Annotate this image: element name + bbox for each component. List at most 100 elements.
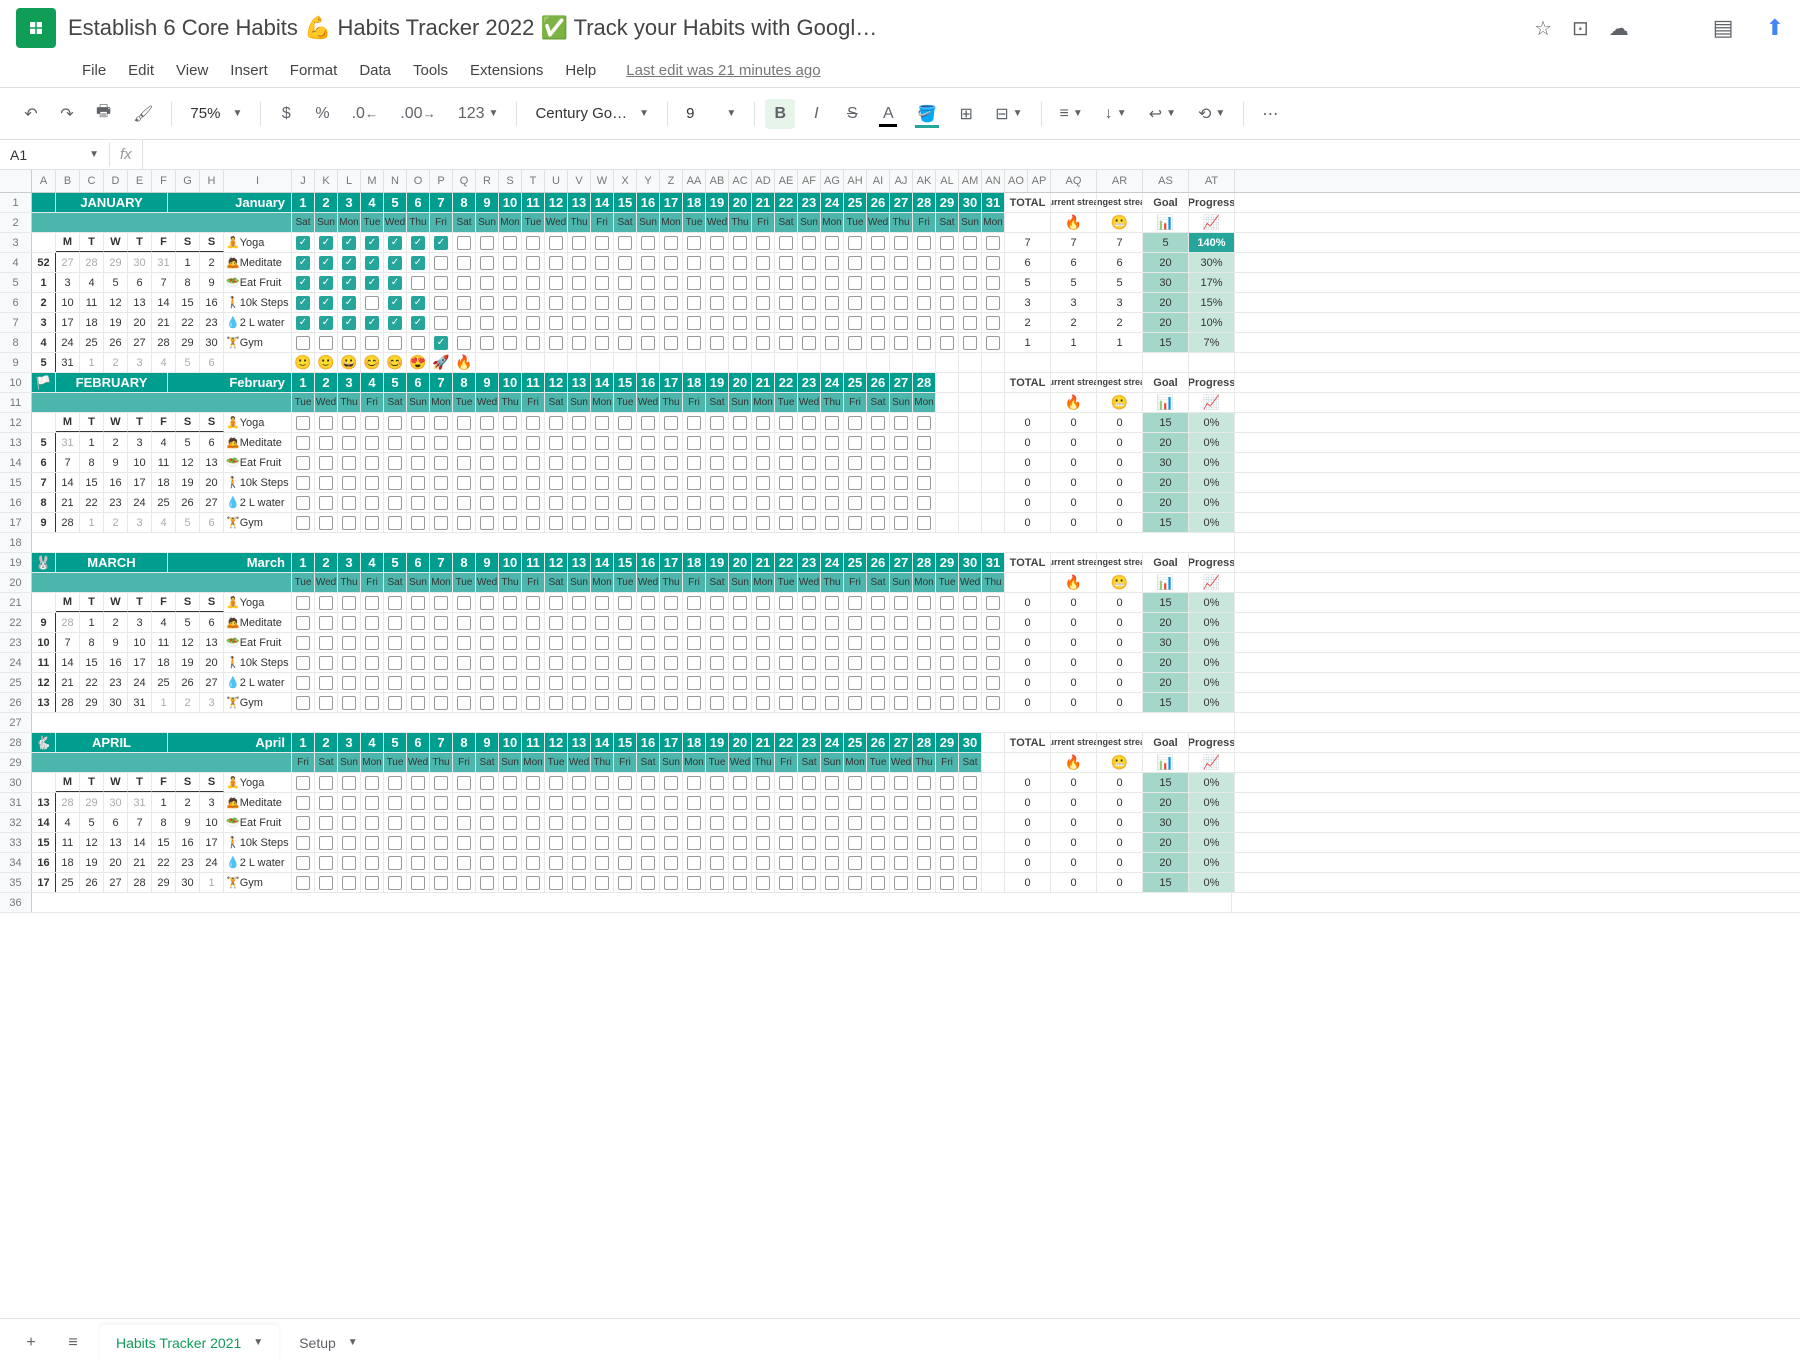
checkbox-cell[interactable] xyxy=(844,473,867,492)
habit-checkbox[interactable] xyxy=(618,636,632,650)
checkbox-cell[interactable] xyxy=(844,693,867,712)
lng-val[interactable]: 3 xyxy=(1097,293,1143,312)
checkbox-cell[interactable] xyxy=(545,853,568,872)
habit-checkbox[interactable] xyxy=(779,836,793,850)
dow-header[interactable]: Wed xyxy=(476,573,499,592)
col-header[interactable]: AQ xyxy=(1051,170,1097,192)
text-color-button[interactable]: A xyxy=(873,99,903,129)
habit-checkbox[interactable] xyxy=(733,296,747,310)
row-header[interactable]: 30 xyxy=(0,773,32,792)
checkbox-cell[interactable] xyxy=(798,293,821,312)
checkbox-cell[interactable]: ✓ xyxy=(407,233,430,252)
habit-checkbox[interactable] xyxy=(549,316,563,330)
cell[interactable] xyxy=(959,413,982,432)
checkbox-cell[interactable] xyxy=(844,593,867,612)
date-header[interactable]: 31 xyxy=(982,553,1005,572)
cal-day[interactable]: 17 xyxy=(200,833,224,852)
col-header[interactable]: H xyxy=(200,170,224,192)
checkbox-cell[interactable] xyxy=(292,673,315,692)
checkbox-cell[interactable] xyxy=(476,773,499,792)
checkbox-cell[interactable] xyxy=(798,273,821,292)
cell[interactable] xyxy=(32,713,1235,732)
habit-checkbox[interactable] xyxy=(572,456,586,470)
date-header[interactable]: 21 xyxy=(752,553,775,572)
checkbox-cell[interactable] xyxy=(315,833,338,852)
checkbox-cell[interactable] xyxy=(453,773,476,792)
habit-checkbox[interactable] xyxy=(434,836,448,850)
checkbox-cell[interactable] xyxy=(637,773,660,792)
habit-checkbox[interactable] xyxy=(710,816,724,830)
habit-checkbox[interactable] xyxy=(917,616,931,630)
goal-val[interactable]: 15 xyxy=(1143,873,1189,892)
wk-day-header[interactable]: S xyxy=(176,233,200,252)
habit-checkbox[interactable] xyxy=(963,296,977,310)
checkbox-cell[interactable] xyxy=(499,633,522,652)
checkbox-cell[interactable] xyxy=(522,593,545,612)
checkbox-cell[interactable] xyxy=(407,853,430,872)
checkbox-cell[interactable]: ✓ xyxy=(384,293,407,312)
checkbox-cell[interactable] xyxy=(959,233,982,252)
habit-checkbox[interactable] xyxy=(986,636,1000,650)
habit-checkbox[interactable] xyxy=(595,796,609,810)
checkbox-cell[interactable] xyxy=(545,813,568,832)
move-icon[interactable]: ⊡ xyxy=(1572,16,1589,41)
habit-checkbox[interactable] xyxy=(871,656,885,670)
checkbox-cell[interactable] xyxy=(982,693,1005,712)
cal-day[interactable]: 9 xyxy=(200,273,224,292)
habit-checkbox[interactable] xyxy=(595,616,609,630)
col-header[interactable]: AG xyxy=(821,170,844,192)
total-val[interactable]: 0 xyxy=(1005,433,1051,452)
checkbox-cell[interactable] xyxy=(430,273,453,292)
dow-header[interactable]: Sat xyxy=(384,393,407,412)
checkbox-cell[interactable] xyxy=(637,833,660,852)
checkbox-cell[interactable] xyxy=(844,813,867,832)
checkbox-cell[interactable] xyxy=(798,493,821,512)
cal-day[interactable]: 30 xyxy=(200,333,224,352)
cal-day[interactable]: 21 xyxy=(128,853,152,872)
habit-checkbox[interactable] xyxy=(733,276,747,290)
checkbox-cell[interactable] xyxy=(476,593,499,612)
habit-checkbox[interactable] xyxy=(825,796,839,810)
cur-val[interactable]: 1 xyxy=(1051,333,1097,352)
prog-val[interactable]: 0% xyxy=(1189,413,1235,432)
habit-checkbox[interactable] xyxy=(549,876,563,890)
habit-checkbox[interactable] xyxy=(549,776,563,790)
habit-checkbox[interactable] xyxy=(572,436,586,450)
habit-checkbox[interactable] xyxy=(572,776,586,790)
checkbox-cell[interactable] xyxy=(913,333,936,352)
all-sheets-button[interactable]: ≡ xyxy=(58,1328,88,1358)
goal-val[interactable]: 5 xyxy=(1143,233,1189,252)
checkbox-cell[interactable] xyxy=(453,253,476,272)
cell[interactable] xyxy=(1005,213,1051,232)
cal-day[interactable]: 2 xyxy=(32,293,56,312)
cal-day[interactable]: 22 xyxy=(152,853,176,872)
habit-checkbox[interactable] xyxy=(802,856,816,870)
date-header[interactable]: 2 xyxy=(315,373,338,392)
cal-day[interactable]: 24 xyxy=(128,493,152,512)
habit-checkbox[interactable] xyxy=(710,436,724,450)
cal-day[interactable]: 6 xyxy=(200,513,224,532)
total-val[interactable]: 5 xyxy=(1005,273,1051,292)
checkbox-cell[interactable] xyxy=(775,693,798,712)
checkbox-cell[interactable] xyxy=(660,813,683,832)
checkbox-cell[interactable]: ✓ xyxy=(338,253,361,272)
col-header[interactable]: S xyxy=(499,170,522,192)
habit-checkbox[interactable] xyxy=(871,696,885,710)
cell[interactable] xyxy=(936,493,959,512)
habit-checkbox[interactable] xyxy=(848,276,862,290)
cur-val[interactable]: 0 xyxy=(1051,773,1097,792)
checkbox-cell[interactable]: ✓ xyxy=(384,273,407,292)
habit-checkbox[interactable] xyxy=(894,476,908,490)
habit-checkbox[interactable] xyxy=(641,256,655,270)
habit-checkbox[interactable] xyxy=(940,256,954,270)
checkbox-cell[interactable] xyxy=(292,853,315,872)
date-header[interactable]: 18 xyxy=(683,733,706,752)
date-header[interactable]: 1 xyxy=(292,193,315,212)
checkbox-cell[interactable] xyxy=(660,333,683,352)
habit-checkbox[interactable] xyxy=(802,496,816,510)
habit-checkbox[interactable] xyxy=(480,836,494,850)
checkbox-cell[interactable] xyxy=(660,493,683,512)
cal-day[interactable]: 2 xyxy=(104,613,128,632)
checkbox-cell[interactable] xyxy=(913,853,936,872)
checkbox-cell[interactable] xyxy=(292,613,315,632)
